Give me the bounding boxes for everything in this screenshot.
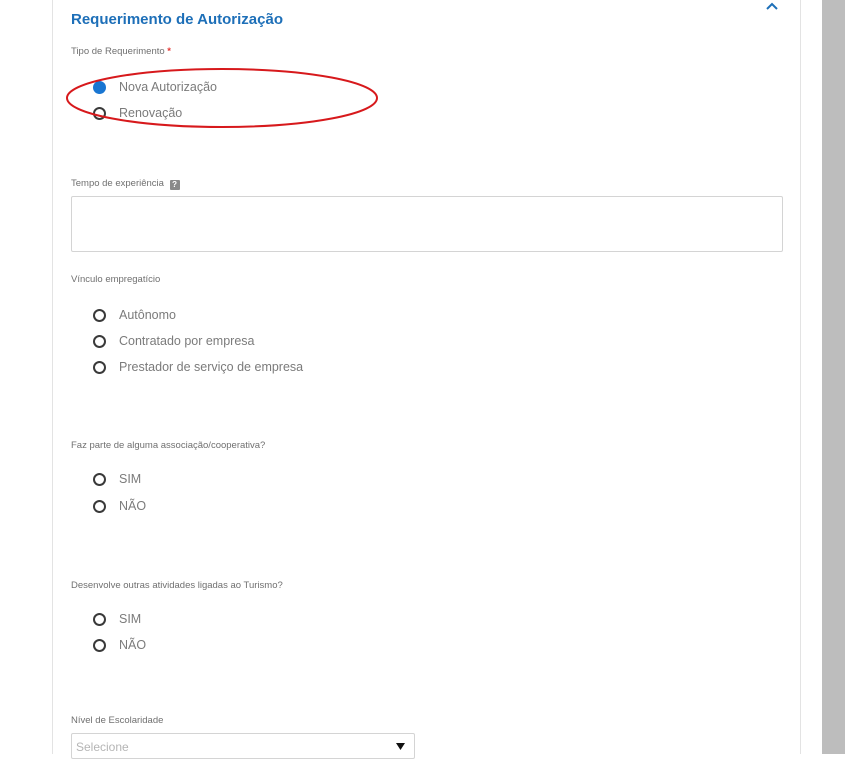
radio-associacao-sim[interactable]: SIM (93, 472, 141, 486)
radio-unchecked-icon[interactable] (93, 334, 106, 348)
radio-unchecked-icon[interactable] (93, 308, 106, 322)
escolaridade-select[interactable]: Selecione (71, 733, 415, 759)
radio-associacao-nao[interactable]: NÃO (93, 499, 146, 513)
radio-turismo-nao[interactable]: NÃO (93, 638, 146, 652)
radio-contratado[interactable]: Contratado por empresa (93, 334, 255, 348)
turismo-label: Desenvolve outras atividades ligadas ao … (71, 580, 283, 591)
radio-unchecked-icon[interactable] (93, 106, 106, 120)
tempo-experiencia-label-text: Tempo de experiência (71, 178, 164, 189)
chevron-up-icon[interactable] (765, 0, 779, 12)
radio-label: NÃO (119, 499, 147, 513)
radio-unchecked-icon[interactable] (93, 612, 106, 626)
radio-label: Nova Autorização (119, 80, 217, 94)
tempo-experiencia-input[interactable] (71, 196, 783, 252)
radio-label: SIM (119, 612, 142, 626)
radio-unchecked-icon[interactable] (93, 499, 106, 513)
radio-unchecked-icon[interactable] (93, 638, 106, 652)
panel-right-border (800, 0, 801, 754)
radio-label: NÃO (119, 638, 147, 652)
radio-autonomo[interactable]: Autônomo (93, 308, 176, 322)
scrollbar[interactable] (822, 0, 845, 754)
radio-unchecked-icon[interactable] (93, 472, 106, 486)
panel-left-border (52, 0, 53, 754)
select-placeholder: Selecione (76, 740, 129, 754)
radio-renovacao[interactable]: Renovação (93, 106, 182, 120)
radio-label: SIM (119, 472, 142, 486)
radio-prestador[interactable]: Prestador de serviço de empresa (93, 360, 303, 374)
caret-down-icon[interactable] (396, 743, 405, 750)
radio-label: Autônomo (119, 308, 176, 322)
section-title: Requerimento de Autorização (71, 11, 283, 28)
radio-checked-icon[interactable] (93, 80, 106, 94)
required-mark: * (167, 46, 171, 57)
radio-label: Renovação (119, 106, 183, 120)
radio-label: Contratado por empresa (119, 334, 255, 348)
radio-nova-autorizacao[interactable]: Nova Autorização (93, 80, 217, 94)
help-icon[interactable]: ? (169, 180, 180, 190)
associacao-label: Faz parte de alguma associação/cooperati… (71, 440, 266, 451)
radio-label: Prestador de serviço de empresa (119, 360, 304, 374)
vinculo-label: Vínculo empregatício (71, 274, 161, 285)
radio-unchecked-icon[interactable] (93, 360, 106, 374)
tipo-requerimento-label: Tipo de Requerimento * (71, 46, 171, 57)
tempo-experiencia-label: Tempo de experiência ? (71, 178, 180, 190)
escolaridade-label: Nível de Escolaridade (71, 715, 164, 726)
radio-turismo-sim[interactable]: SIM (93, 612, 141, 626)
tipo-requerimento-label-text: Tipo de Requerimento (71, 46, 165, 57)
